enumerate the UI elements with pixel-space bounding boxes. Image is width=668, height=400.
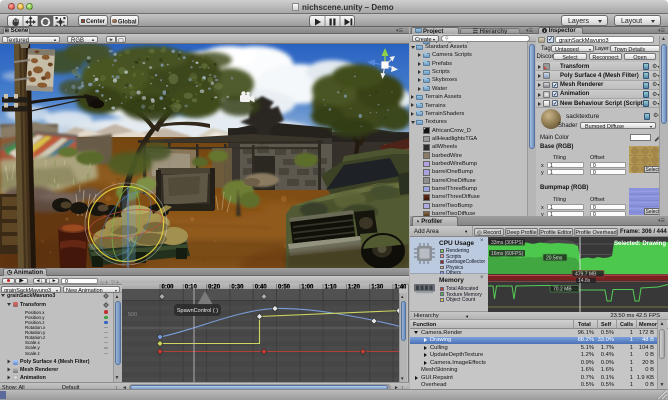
svg-text:SpawnControl ( ): SpawnControl ( ) <box>177 308 218 314</box>
svg-text:14.8x: 14.8x <box>578 278 591 284</box>
svg-text:16ms (60FPS): 16ms (60FPS) <box>491 251 524 257</box>
svg-text:70.2 MB: 70.2 MB <box>553 287 572 293</box>
svg-text:Selected: Drawing: Selected: Drawing <box>614 241 666 247</box>
svg-text:20.5ms: 20.5ms <box>546 256 563 262</box>
svg-text:500: 500 <box>128 312 137 318</box>
svg-text:33ms (30FPS): 33ms (30FPS) <box>491 240 524 246</box>
svg-text:479.7 MB: 479.7 MB <box>575 272 597 278</box>
